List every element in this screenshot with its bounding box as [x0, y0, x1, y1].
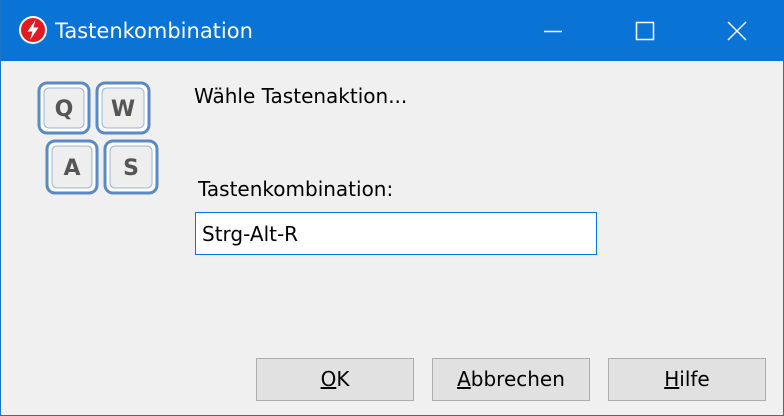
maximize-button[interactable] — [599, 0, 691, 61]
help-button-hotkey: H — [664, 367, 680, 391]
action-prompt: Wähle Tastenaktion... — [194, 84, 408, 108]
key-a: A — [45, 139, 99, 195]
key-w-label: W — [111, 97, 135, 122]
ok-button-hotkey: O — [320, 367, 337, 391]
key-q-label: Q — [55, 97, 74, 122]
lightning-bolt-icon — [19, 16, 47, 44]
dialog-window: Tastenkombination Q W A S Wähle Tastenak… — [0, 0, 784, 416]
ok-button-label: K — [336, 367, 350, 391]
close-button[interactable] — [691, 0, 783, 61]
minimize-button[interactable] — [507, 0, 599, 61]
shortcut-input[interactable] — [195, 212, 597, 255]
key-w: W — [95, 81, 151, 135]
help-button-label: ilfe — [679, 367, 710, 391]
key-q: Q — [37, 81, 91, 135]
shortcut-field-label: Tastenkombination: — [198, 177, 394, 201]
key-s: S — [103, 139, 159, 195]
title-bar[interactable]: Tastenkombination — [1, 0, 784, 61]
window-title: Tastenkombination — [55, 19, 253, 43]
maximize-icon — [635, 21, 655, 41]
key-a-label: A — [63, 156, 80, 181]
ok-button[interactable]: OK — [256, 358, 414, 401]
help-button[interactable]: Hilfe — [608, 358, 766, 401]
minimize-icon — [544, 30, 562, 33]
key-s-label: S — [123, 156, 139, 181]
keyboard-keys-icon: Q W A S — [37, 81, 159, 195]
cancel-button-hotkey: A — [457, 367, 471, 391]
cancel-button[interactable]: Abbrechen — [432, 358, 590, 401]
cancel-button-label: bbrechen — [470, 367, 565, 391]
close-icon — [727, 21, 747, 41]
